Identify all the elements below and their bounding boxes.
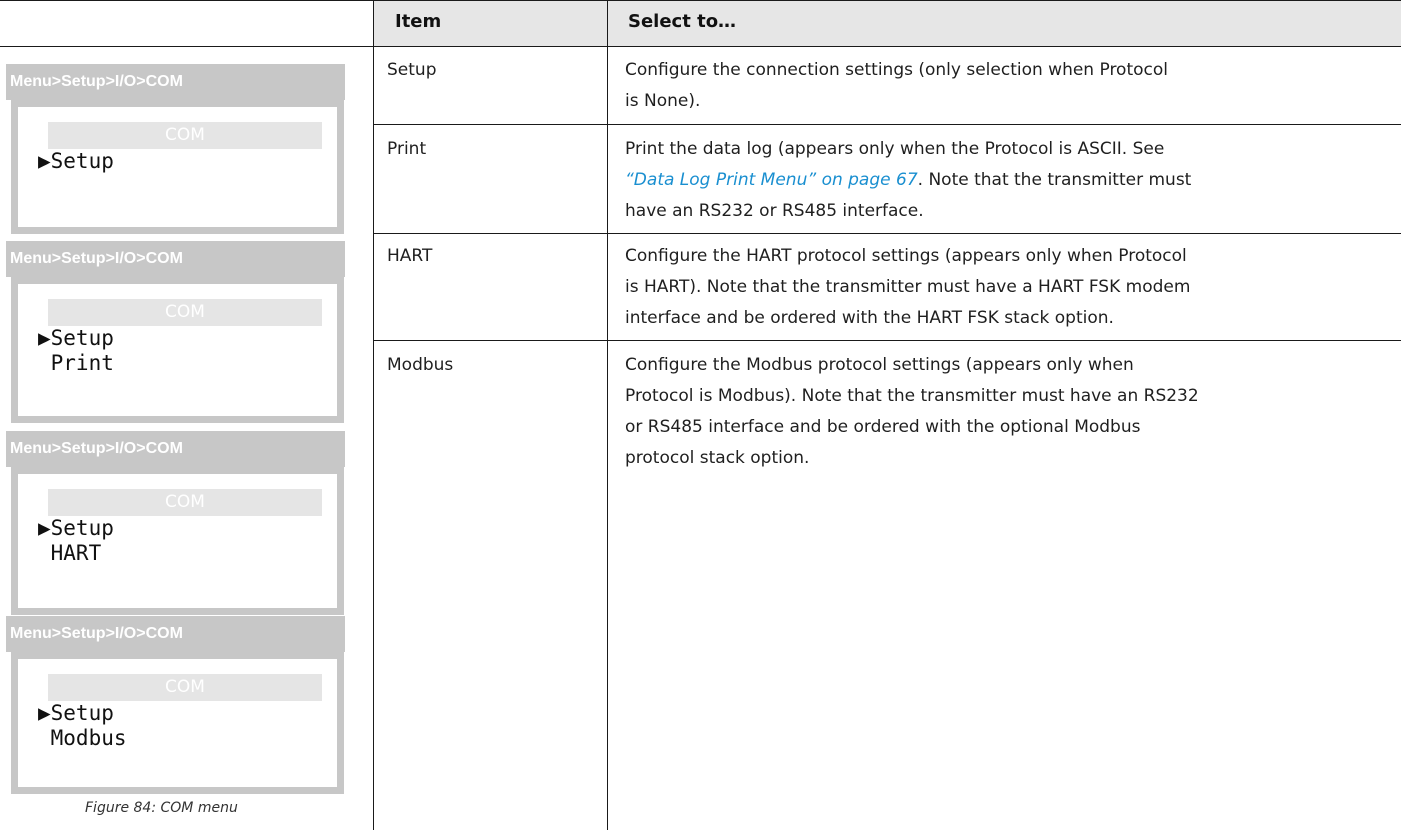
screen-menu-path: Menu>Setup>I/O>COM xyxy=(6,431,345,467)
screen-title: COM xyxy=(48,299,322,326)
table-border xyxy=(373,124,1401,125)
com-screen-4: Menu>Setup>I/O>COM COM ▶Setup Modbus xyxy=(6,616,345,794)
screen-line-print: Print xyxy=(38,351,114,375)
screen-frame: COM ▶Setup xyxy=(11,100,344,234)
row-print-item: Print xyxy=(387,139,427,159)
table-border xyxy=(0,46,1401,47)
row-print-desc-3: have an RS232 or RS485 interface. xyxy=(625,201,924,221)
screen-line-setup: ▶Setup xyxy=(38,326,114,350)
screen-line-setup: ▶Setup xyxy=(38,701,114,725)
screen-title: COM xyxy=(48,674,322,701)
row-hart-desc-2: is HART). Note that the transmitter must… xyxy=(625,277,1191,297)
table-header-row xyxy=(373,0,1401,46)
data-log-print-menu-link[interactable]: “Data Log Print Menu” on page 67 xyxy=(625,170,918,190)
com-screen-3: Menu>Setup>I/O>COM COM ▶Setup HART xyxy=(6,431,345,615)
row-print-desc-2: “Data Log Print Menu” on page 67. Note t… xyxy=(625,165,1191,196)
screen-line-modbus: Modbus xyxy=(38,726,127,750)
row-modbus-desc-4: protocol stack option. xyxy=(625,448,810,468)
screen-frame: COM ▶Setup HART xyxy=(11,467,344,615)
screen-menu-path: Menu>Setup>I/O>COM xyxy=(6,241,345,277)
row-setup-desc-2: is None). xyxy=(625,91,701,111)
table-border xyxy=(0,0,1401,1)
figure-caption: Figure 84: COM menu xyxy=(85,800,238,816)
screen-line-setup: ▶Setup xyxy=(38,516,114,540)
screen-line-setup: ▶Setup xyxy=(38,149,114,173)
screen-title: COM xyxy=(48,489,322,516)
header-select-to: Select to… xyxy=(628,11,737,32)
screen-menu-path: Menu>Setup>I/O>COM xyxy=(6,64,345,100)
row-hart-desc-1: Configure the HART protocol settings (ap… xyxy=(625,246,1187,266)
row-setup-desc-1: Configure the connection settings (only … xyxy=(625,60,1168,80)
row-modbus-desc-1: Configure the Modbus protocol settings (… xyxy=(625,355,1134,375)
row-setup-item: Setup xyxy=(387,60,437,80)
row-modbus-desc-2: Protocol is Modbus). Note that the trans… xyxy=(625,386,1199,406)
screen-title: COM xyxy=(48,122,322,149)
row-modbus-desc-3: or RS485 interface and be ordered with t… xyxy=(625,417,1141,437)
screen-line-hart: HART xyxy=(38,541,102,565)
screen-frame: COM ▶Setup Print xyxy=(11,277,344,423)
screen-menu-path: Menu>Setup>I/O>COM xyxy=(6,616,345,652)
row-hart-desc-3: interface and be ordered with the HART F… xyxy=(625,308,1114,328)
table-border xyxy=(373,340,1401,341)
row-print-desc-2-tail: . Note that the transmitter must xyxy=(917,170,1192,190)
row-modbus-item: Modbus xyxy=(387,355,454,375)
table-border xyxy=(373,233,1401,234)
com-screen-1: Menu>Setup>I/O>COM COM ▶Setup xyxy=(6,64,345,234)
header-item: Item xyxy=(395,11,442,32)
com-screen-2: Menu>Setup>I/O>COM COM ▶Setup Print xyxy=(6,241,345,423)
row-print-desc-1: Print the data log (appears only when th… xyxy=(625,139,1165,159)
row-hart-item: HART xyxy=(387,246,433,266)
screen-frame: COM ▶Setup Modbus xyxy=(11,652,344,794)
